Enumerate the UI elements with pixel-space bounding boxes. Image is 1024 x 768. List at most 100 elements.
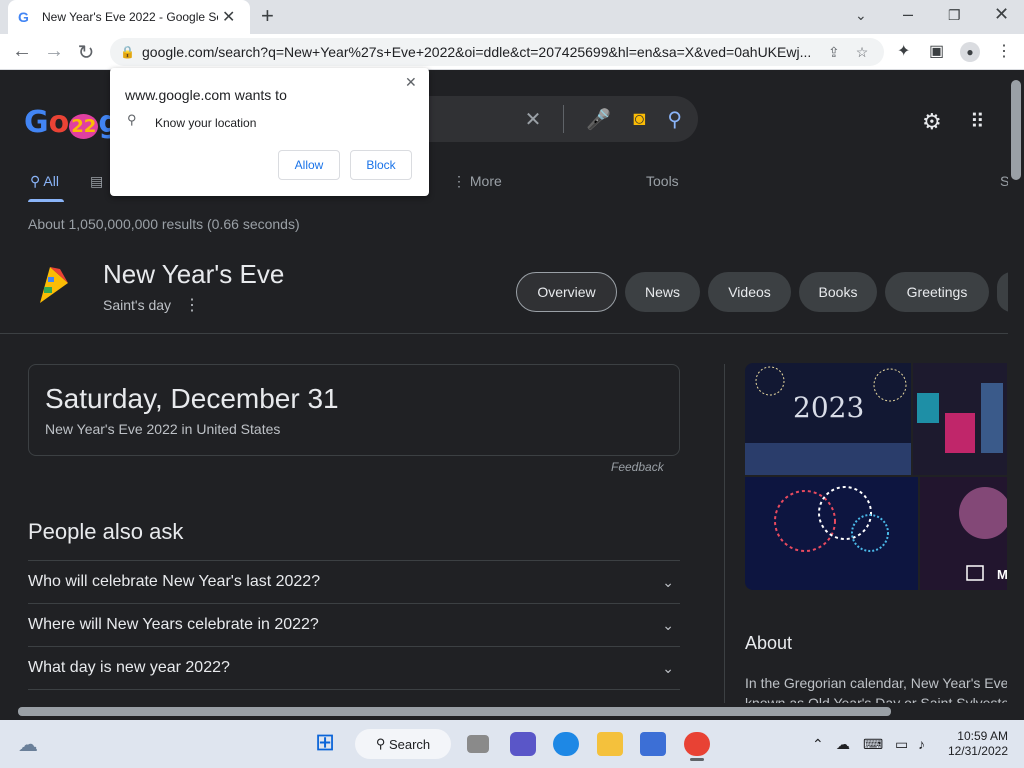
paa-divider	[28, 689, 680, 691]
about-text: In the Gregorian calendar, New Year's Ev…	[745, 673, 1007, 703]
paa-question[interactable]: What day is new year 2022? ⌄	[28, 646, 680, 689]
browser-tab[interactable]: G New Year's Eve 2022 - Google Se ✕	[8, 0, 250, 34]
tab-all-label: All	[43, 173, 59, 189]
active-tab-indicator	[28, 199, 64, 202]
chevron-down-icon: ⌄	[662, 573, 674, 590]
back-button[interactable]: ←	[10, 40, 34, 63]
forward-button[interactable]: →	[42, 40, 66, 63]
chip-books[interactable]: Books	[799, 272, 877, 312]
extensions-puzzle-icon[interactable]: ✦	[897, 41, 910, 61]
microsoft-store-icon[interactable]	[640, 732, 666, 756]
new-tab-button[interactable]: +	[261, 3, 274, 29]
close-window-button[interactable]: ✕	[994, 4, 1009, 25]
teams-chat-icon[interactable]	[510, 732, 536, 756]
chevron-down-icon: ⌄	[662, 659, 674, 676]
news-tab-icon[interactable]: ▤	[90, 173, 103, 190]
url-text[interactable]: google.com/search?q=New+Year%27s+Eve+202…	[142, 44, 812, 60]
paa-question[interactable]: Where will New Years celebrate in 2022? …	[28, 603, 680, 646]
more-images-label[interactable]: M	[997, 567, 1007, 582]
browser-toolbar: ← → ↻ 🔒 google.com/search?q=New+Year%27s…	[0, 34, 1024, 70]
tab-tools[interactable]: Tools	[646, 173, 679, 189]
apps-grid-icon[interactable]: ⠿	[970, 109, 985, 134]
voice-search-mic-icon[interactable]: 🎤	[586, 107, 611, 132]
lens-camera-icon[interactable]: ◙	[633, 108, 645, 131]
divider	[0, 333, 1008, 334]
knowledge-panel-subtitle: Saint's day	[103, 297, 172, 313]
chrome-menu-icon[interactable]: ⋮	[996, 41, 1012, 61]
side-panel-icon[interactable]: ▣	[929, 41, 944, 61]
popup-title: www.google.com wants to	[125, 87, 287, 103]
active-app-indicator	[690, 758, 704, 761]
task-view-icon[interactable]	[467, 735, 489, 753]
tab-more-label: More	[469, 173, 502, 189]
minimize-button[interactable]: –	[903, 4, 913, 25]
about-heading: About	[745, 633, 793, 653]
about-text-line: known as Old Year's Day or Saint Sylvest…	[745, 695, 1007, 703]
share-icon[interactable]: ⇪	[828, 44, 840, 61]
bookmark-star-icon[interactable]: ☆	[856, 44, 869, 61]
taskbar-search-label: Search	[388, 736, 431, 752]
keyboard-icon[interactable]: ⌨	[863, 736, 883, 753]
paa-question[interactable]: Who will celebrate New Year's last 2022?…	[28, 560, 680, 603]
close-tab-icon[interactable]: ✕	[222, 7, 235, 27]
reload-button[interactable]: ↻	[74, 40, 98, 65]
windows-taskbar: ☁ ⊞ ⚲ Search ⌃ ☁ ⌨ ▭ ♪ 10:59 AM 12/31/20…	[0, 720, 1024, 768]
permission-request-label: Know your location	[155, 116, 257, 130]
chip-news[interactable]: News	[625, 272, 700, 312]
close-popup-icon[interactable]: ✕	[405, 74, 417, 91]
weather-icon[interactable]: ☁	[18, 732, 38, 757]
chip-overview[interactable]: Overview	[516, 272, 617, 312]
search-divider	[563, 105, 565, 133]
holiday-date-subtitle: New Year's Eve 2022 in United States	[45, 421, 281, 437]
cloud-sync-icon[interactable]: ☁	[836, 736, 850, 753]
more-options-icon[interactable]: ⋮	[184, 295, 200, 315]
horizontal-scroll-thumb[interactable]	[18, 707, 891, 716]
allow-button[interactable]: Allow	[278, 150, 340, 180]
holiday-date: Saturday, December 31	[45, 383, 339, 414]
network-icon[interactable]: ▭	[895, 736, 908, 753]
show-hidden-icons-chevron-icon[interactable]: ⌃	[812, 736, 824, 753]
chip-videos[interactable]: Videos	[708, 272, 791, 312]
paa-question-text: Who will celebrate New Year's last 2022?	[28, 573, 321, 590]
image-2023-text: 2023	[793, 391, 864, 424]
address-bar[interactable]: 🔒 google.com/search?q=New+Year%27s+Eve+2…	[110, 38, 884, 66]
image-gallery[interactable]: 2023 M	[745, 363, 1007, 590]
tab-safesearch[interactable]: S	[1000, 173, 1008, 189]
volume-icon[interactable]: ♪	[918, 736, 925, 752]
tab-all[interactable]: ⚲ All	[30, 173, 59, 190]
tab-search-chevron-icon[interactable]: ⌄	[855, 7, 867, 24]
tab-more[interactable]: ⋮ More	[452, 173, 502, 190]
block-button[interactable]: Block	[350, 150, 412, 180]
about-text-line: In the Gregorian calendar, New Year's Ev…	[745, 675, 1007, 691]
location-pin-icon: ⚲	[127, 112, 137, 127]
clear-search-icon[interactable]: ✕	[525, 107, 542, 132]
maximize-button[interactable]: ❐	[948, 7, 961, 24]
knowledge-panel-title: New Year's Eve	[103, 259, 285, 289]
profile-avatar-icon[interactable]: ●	[960, 42, 980, 62]
taskbar-search[interactable]: ⚲ Search	[355, 729, 451, 759]
search-box[interactable]: ✕ 🎤 ◙ ⚲	[400, 96, 698, 142]
chip-greetings[interactable]: Greetings	[885, 272, 989, 312]
date-card: Saturday, December 31 New Year's Eve 202…	[28, 364, 680, 456]
lock-icon[interactable]: 🔒	[120, 45, 142, 59]
settings-gear-icon[interactable]: ⚙	[922, 109, 942, 135]
paa-question-text: Where will New Years celebrate in 2022?	[28, 616, 319, 633]
results-stats: About 1,050,000,000 results (0.66 second…	[28, 216, 300, 232]
people-also-ask-heading: People also ask	[28, 519, 184, 544]
chip-overflow[interactable]	[997, 272, 1008, 312]
edge-icon[interactable]	[553, 732, 579, 756]
paa-question-text: What day is new year 2022?	[28, 659, 230, 676]
windows-start-icon[interactable]: ⊞	[315, 728, 341, 756]
search-icon[interactable]: ⚲	[667, 107, 682, 132]
chrome-icon[interactable]	[684, 732, 710, 756]
tab-title: New Year's Eve 2022 - Google Se	[42, 10, 218, 24]
taskbar-clock[interactable]: 10:59 AM 12/31/2022	[946, 729, 1008, 759]
column-divider	[724, 364, 725, 703]
chevron-down-icon: ⌄	[662, 616, 674, 633]
clock-time: 10:59 AM	[957, 729, 1008, 743]
file-explorer-icon[interactable]	[597, 732, 623, 756]
clock-date: 12/31/2022	[947, 744, 1008, 758]
google-favicon-icon: G	[18, 9, 29, 25]
feedback-link[interactable]: Feedback	[611, 460, 664, 474]
vertical-scroll-thumb[interactable]	[1011, 80, 1021, 180]
